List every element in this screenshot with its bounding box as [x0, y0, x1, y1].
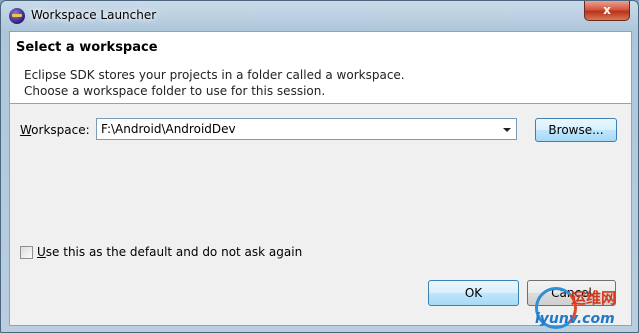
workspace-launcher-window: Workspace Launcher x Select a workspace … [0, 0, 639, 333]
dialog-header: Select a workspace Eclipse SDK stores yo… [10, 32, 631, 104]
title-bar[interactable]: Workspace Launcher x [1, 1, 638, 31]
checkbox-label-text: se this as the default and do not ask ag… [45, 245, 303, 259]
checkbox-label-mnemonic: U [37, 245, 46, 259]
window-title: Workspace Launcher [31, 8, 157, 22]
workspace-combo[interactable]: F:\Android\AndroidDev [96, 118, 517, 140]
dialog-body: Select a workspace Eclipse SDK stores yo… [9, 31, 632, 326]
workspace-label-text: orkspace: [31, 123, 90, 137]
header-title: Select a workspace [16, 40, 158, 55]
browse-button[interactable]: Browse... [535, 118, 617, 142]
close-button[interactable]: x [584, 1, 630, 21]
default-checkbox-label[interactable]: Use this as the default and do not ask a… [37, 245, 302, 259]
ok-button[interactable]: OK [428, 280, 519, 306]
watermark-url: iyunv.com [535, 311, 615, 327]
workspace-path-value[interactable]: F:\Android\AndroidDev [101, 122, 236, 136]
description-line-1: Eclipse SDK stores your projects in a fo… [24, 68, 405, 82]
eclipse-icon [9, 8, 25, 24]
dropdown-arrow-icon[interactable] [503, 128, 511, 132]
site-watermark: 运维网 iyunv.com [529, 283, 635, 331]
default-checkbox[interactable] [20, 246, 33, 259]
description-line-2: Choose a workspace folder to use for thi… [24, 84, 326, 98]
header-description: Eclipse SDK stores your projects in a fo… [24, 67, 405, 99]
watermark-name: 运维网 [571, 289, 617, 307]
workspace-label-mnemonic: W [20, 123, 32, 137]
workspace-label: Workspace: [20, 123, 90, 137]
